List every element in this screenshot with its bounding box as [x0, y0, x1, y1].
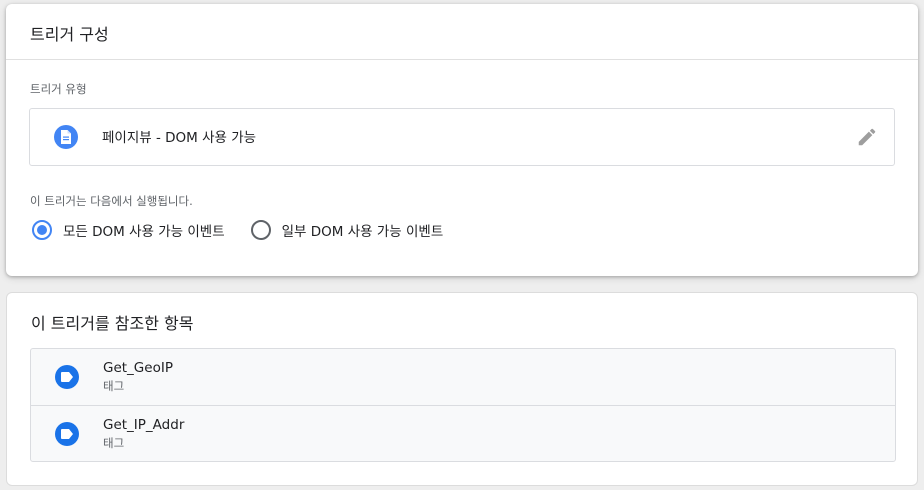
radio-all-dom-events[interactable]: 모든 DOM 사용 가능 이벤트 — [32, 220, 225, 240]
trigger-config-card: 트리거 구성 트리거 유형 페이지뷰 - DOM 사용 가능 이 트리거는 다음… — [6, 4, 918, 276]
card-title: 트리거 구성 — [6, 4, 918, 60]
radio-button-checked[interactable] — [32, 220, 52, 240]
list-item[interactable]: Get_GeoIP 태그 — [31, 349, 895, 405]
radio-label-all: 모든 DOM 사용 가능 이벤트 — [63, 224, 225, 240]
radio-some-dom-events[interactable]: 일부 DOM 사용 가능 이벤트 — [250, 220, 444, 240]
fires-on-label: 이 트리거는 다음에서 실행됩니다. — [30, 194, 193, 208]
references-card: 이 트리거를 참조한 항목 Get_GeoIP 태그 Get_IP_Addr 태… — [6, 292, 918, 486]
trigger-type-name: 페이지뷰 - DOM 사용 가능 — [102, 130, 257, 146]
trigger-type-label: 트리거 유형 — [30, 82, 87, 96]
trigger-type-box[interactable]: 페이지뷰 - DOM 사용 가능 — [29, 108, 895, 166]
reference-name: Get_GeoIP — [103, 360, 173, 376]
pencil-icon[interactable] — [856, 126, 878, 148]
tag-icon — [55, 422, 79, 446]
radio-label-some: 일부 DOM 사용 가능 이벤트 — [281, 224, 444, 240]
reference-type: 태그 — [103, 379, 125, 393]
radio-button-unchecked[interactable] — [250, 220, 271, 240]
references-list: Get_GeoIP 태그 Get_IP_Addr 태그 — [30, 348, 896, 462]
references-title: 이 트리거를 참조한 항목 — [31, 314, 194, 333]
reference-name: Get_IP_Addr — [103, 417, 185, 433]
list-item[interactable]: Get_IP_Addr 태그 — [31, 405, 895, 461]
document-icon — [54, 125, 78, 149]
reference-type: 태그 — [103, 436, 125, 450]
fires-on-radio-group: 모든 DOM 사용 가능 이벤트 일부 DOM 사용 가능 이벤트 — [32, 220, 443, 240]
tag-icon — [55, 365, 79, 389]
